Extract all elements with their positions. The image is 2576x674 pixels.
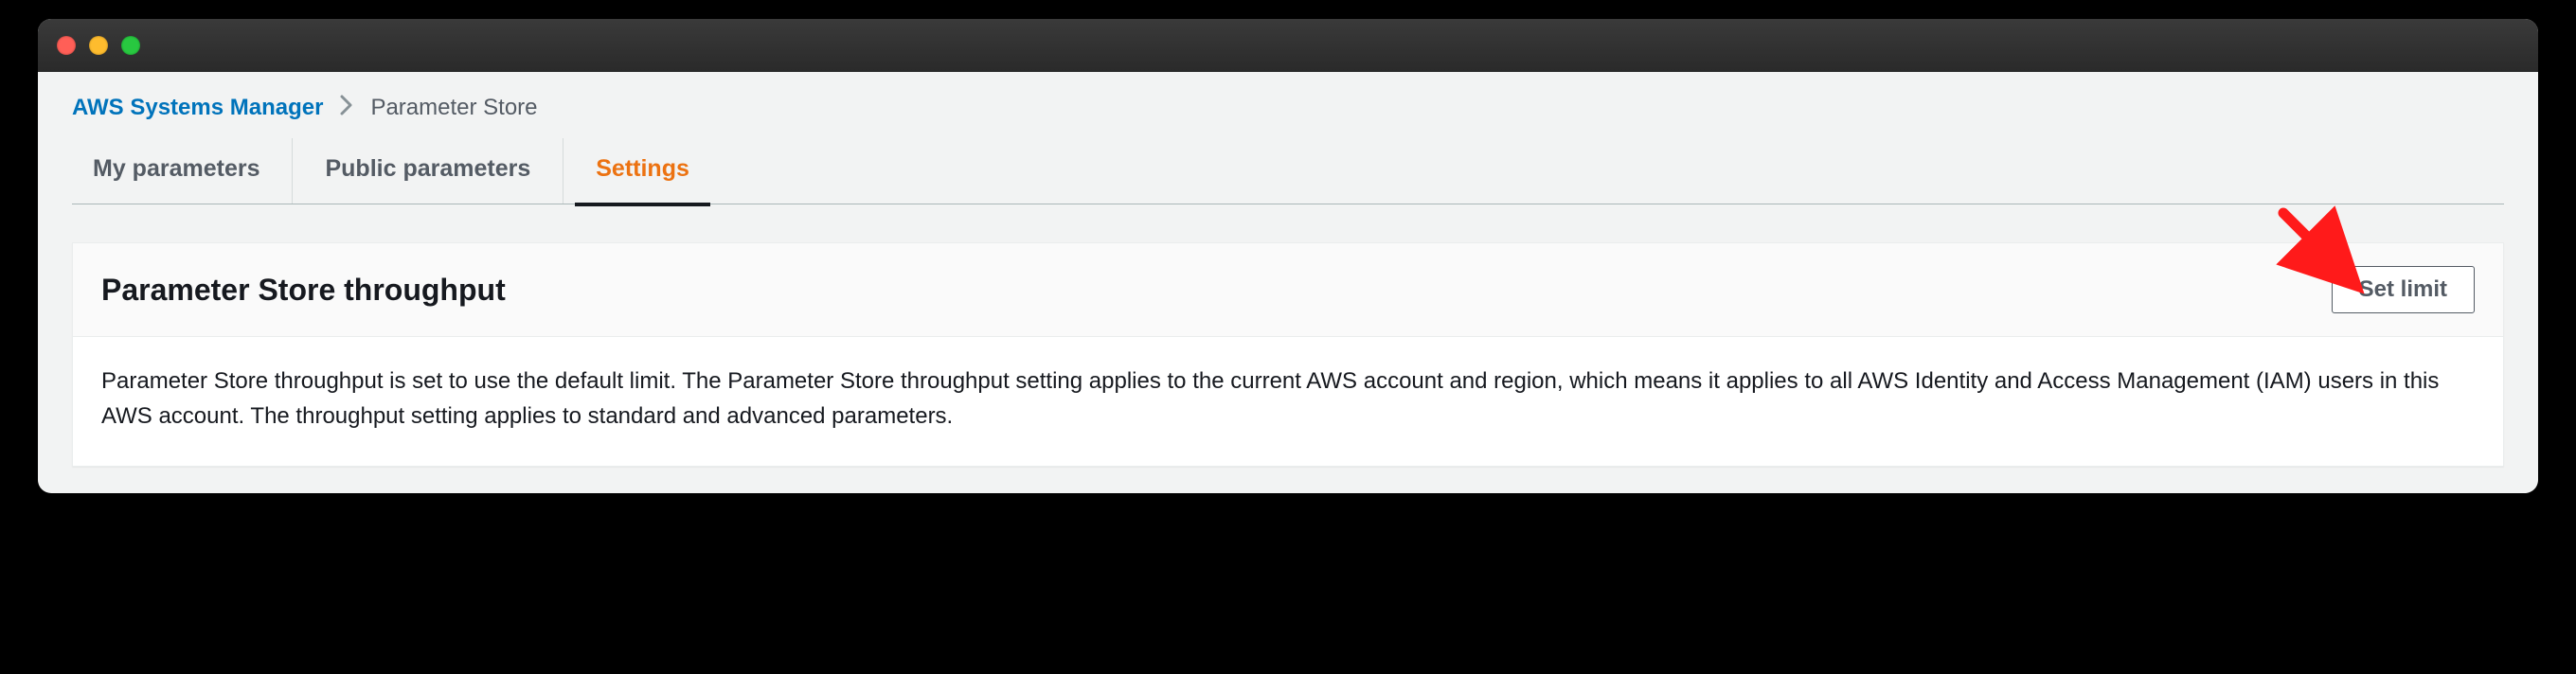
tab-bar: My parameters Public parameters Settings: [72, 138, 2504, 204]
panel-title: Parameter Store throughput: [101, 273, 506, 308]
tab-my-parameters[interactable]: My parameters: [72, 138, 293, 204]
close-window-icon[interactable]: [57, 36, 76, 55]
breadcrumb-current: Parameter Store: [370, 95, 537, 121]
breadcrumb: AWS Systems Manager Parameter Store: [38, 72, 2538, 138]
tab-public-parameters[interactable]: Public parameters: [293, 138, 564, 204]
panel-body-text: Parameter Store throughput is set to use…: [73, 337, 2503, 466]
app-window: AWS Systems Manager Parameter Store My p…: [38, 19, 2538, 493]
set-limit-button[interactable]: Set limit: [2332, 266, 2475, 313]
throughput-panel: Parameter Store throughput Set limit Par…: [72, 242, 2504, 467]
window-content: AWS Systems Manager Parameter Store My p…: [38, 72, 2538, 467]
window-title-bar: [38, 19, 2538, 72]
minimize-window-icon[interactable]: [89, 36, 108, 55]
panel-header: Parameter Store throughput Set limit: [73, 243, 2503, 337]
maximize-window-icon[interactable]: [121, 36, 140, 55]
breadcrumb-link-systems-manager[interactable]: AWS Systems Manager: [72, 95, 323, 121]
tab-settings[interactable]: Settings: [564, 138, 722, 204]
chevron-right-icon: [340, 95, 353, 121]
